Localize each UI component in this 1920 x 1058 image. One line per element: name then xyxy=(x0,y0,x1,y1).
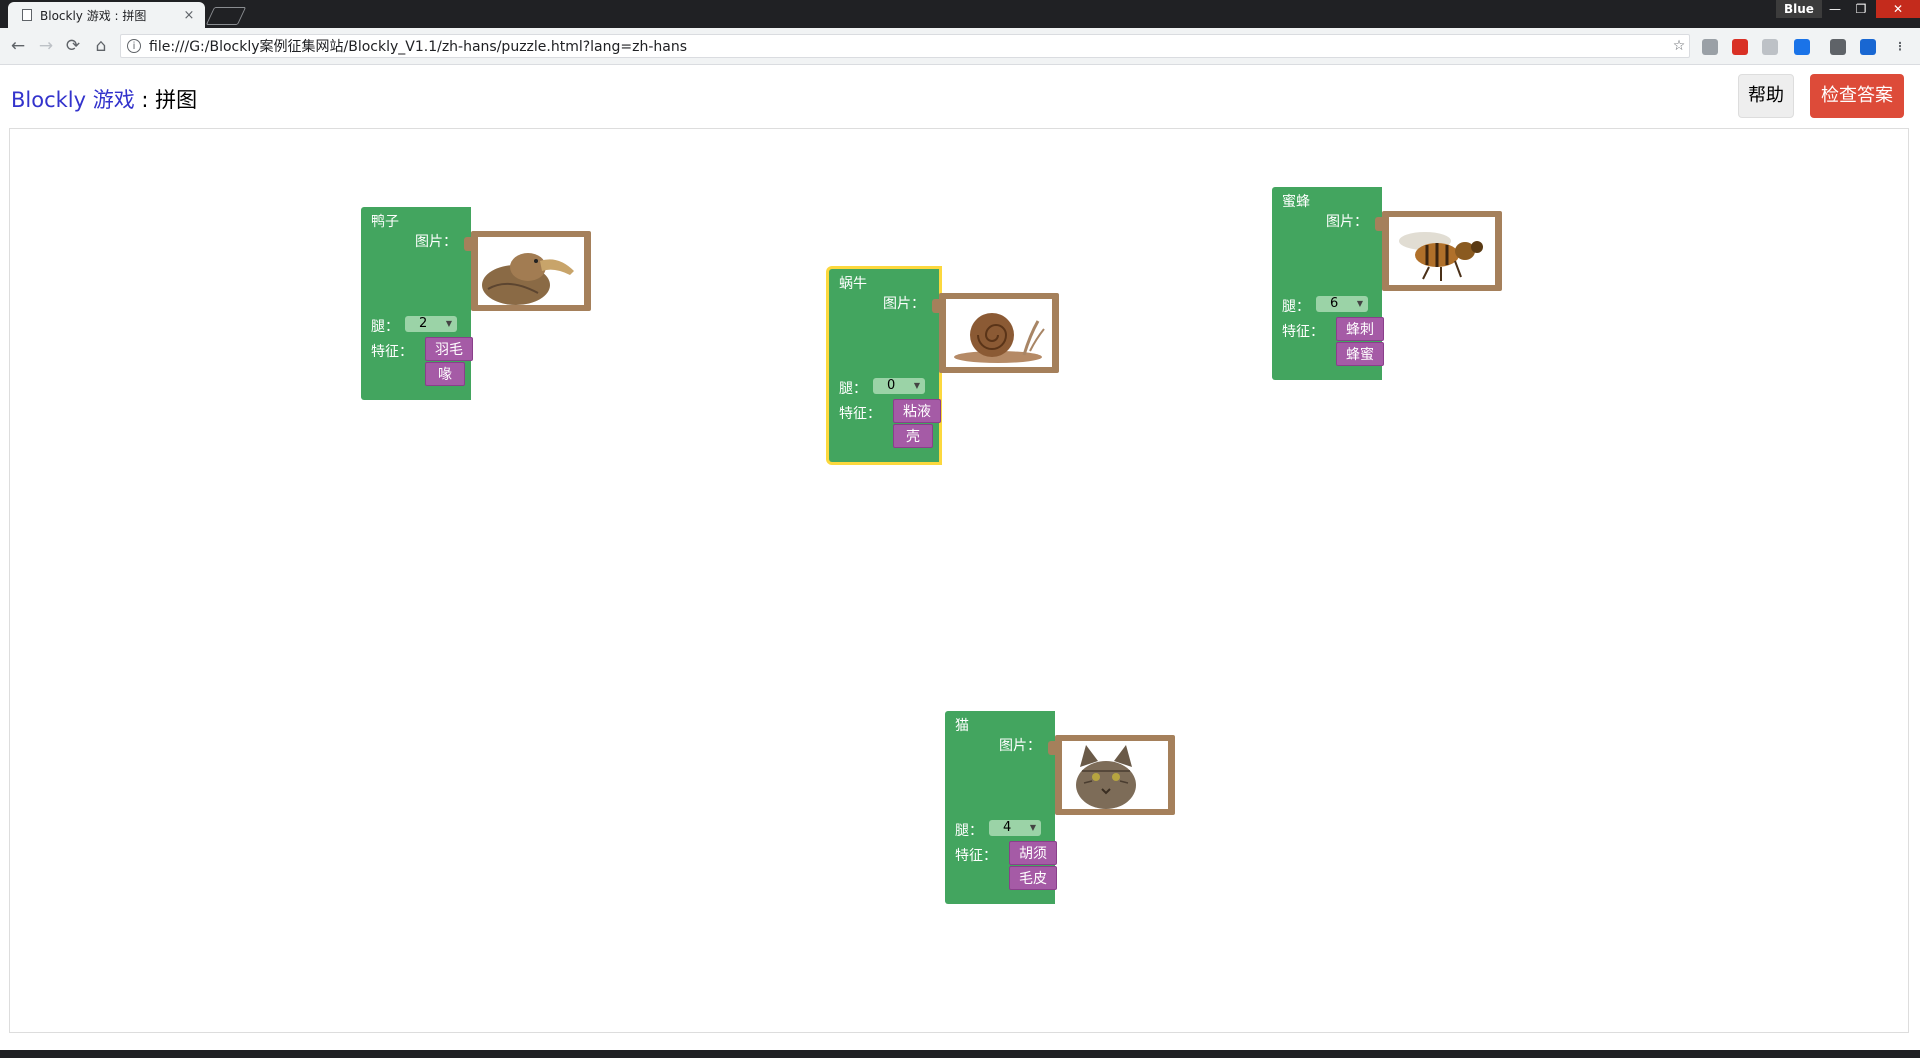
legs-dropdown[interactable]: 4 ▼ xyxy=(989,820,1041,836)
animal-block-duck[interactable]: 鸭子 图片： 腿： 2 ▼ 特征： 羽毛 喙 xyxy=(361,207,473,400)
animal-name: 蜜蜂 xyxy=(1282,194,1310,210)
legs-dropdown[interactable]: 0 ▼ xyxy=(873,378,925,394)
extension-s-icon[interactable] xyxy=(1860,39,1876,55)
dropdown-arrow-icon: ▼ xyxy=(1356,299,1363,308)
extension-red-icon[interactable] xyxy=(1732,39,1748,55)
trait-block[interactable]: 蜂刺 xyxy=(1336,317,1384,341)
browser-toolbar: ← → ⟳ ⌂ i file:///G:/Blockly案例征集网站/Block… xyxy=(0,28,1920,65)
animal-block-bee[interactable]: 蜜蜂 图片： 腿： 6 ▼ 特征： 蜂刺 蜂蜜 xyxy=(1272,187,1384,380)
browser-tab[interactable]: Blockly 游戏 : 拼图 × xyxy=(8,2,205,28)
duck-image xyxy=(478,237,584,305)
picture-label: 图片： xyxy=(883,296,925,312)
os-taskbar xyxy=(0,1050,1920,1058)
puzzle-connector xyxy=(1375,217,1383,231)
profile-badge[interactable]: Blue xyxy=(1776,0,1822,18)
puzzle-connector xyxy=(464,237,472,251)
bee-image xyxy=(1389,217,1495,285)
address-bar[interactable]: i file:///G:/Blockly案例征集网站/Blockly_V1.1/… xyxy=(120,34,1690,58)
legs-value: 0 xyxy=(887,378,896,393)
traits-label: 特征： xyxy=(839,406,881,422)
forward-icon[interactable]: → xyxy=(36,36,56,56)
trait-block[interactable]: 胡须 xyxy=(1009,841,1057,865)
extension-pdf-icon[interactable] xyxy=(1702,39,1718,55)
legs-value: 4 xyxy=(1003,820,1012,835)
document-icon xyxy=(22,9,32,21)
traits-label: 特征： xyxy=(371,344,413,360)
picture-block-cat[interactable] xyxy=(1048,735,1175,815)
blockly-games-link[interactable]: Blockly 游戏 xyxy=(11,88,135,112)
dropdown-arrow-icon: ▼ xyxy=(1029,823,1036,832)
trait-block[interactable]: 毛皮 xyxy=(1009,866,1057,890)
picture-block-duck[interactable] xyxy=(464,231,591,311)
home-icon[interactable]: ⌂ xyxy=(91,36,111,56)
minimize-icon[interactable]: — xyxy=(1822,0,1848,18)
trait-block[interactable]: 羽毛 xyxy=(425,337,473,361)
close-window-icon[interactable]: ✕ xyxy=(1876,0,1920,18)
picture-label: 图片： xyxy=(1326,214,1368,230)
trait-block[interactable]: 蜂蜜 xyxy=(1336,342,1384,366)
extension-m-icon[interactable] xyxy=(1794,39,1810,55)
legs-label: 腿： xyxy=(371,319,399,335)
traits-label: 特征： xyxy=(1282,324,1324,340)
restore-icon[interactable]: ❐ xyxy=(1848,0,1874,18)
trait-block[interactable]: 喙 xyxy=(425,362,465,386)
extension-tool-icon[interactable] xyxy=(1830,39,1846,55)
tab-close-icon[interactable]: × xyxy=(181,8,197,23)
dropdown-arrow-icon: ▼ xyxy=(913,381,920,390)
browser-tabstrip: Blockly 游戏 : 拼图 × Blue — ❐ ✕ xyxy=(0,0,1920,28)
trait-block[interactable]: 壳 xyxy=(893,424,933,448)
animal-block-cat[interactable]: 猫 图片： 腿： 4 ▼ 特征： 胡须 毛皮 xyxy=(945,711,1057,904)
animal-name: 鸭子 xyxy=(371,214,399,230)
cat-image xyxy=(1062,741,1168,809)
new-tab-button[interactable] xyxy=(205,7,247,25)
extension-grey-icon[interactable] xyxy=(1762,39,1778,55)
legs-label: 腿： xyxy=(839,381,867,397)
check-answer-button[interactable]: 检查答案 xyxy=(1810,74,1904,118)
tab-title: Blockly 游戏 : 拼图 xyxy=(40,8,147,23)
page-title-rest: : 拼图 xyxy=(134,88,198,112)
info-icon[interactable]: i xyxy=(127,39,141,53)
puzzle-connector xyxy=(1048,741,1056,755)
traits-label: 特征： xyxy=(955,848,997,864)
legs-label: 腿： xyxy=(955,823,983,839)
picture-block-bee[interactable] xyxy=(1375,211,1502,291)
legs-dropdown[interactable]: 6 ▼ xyxy=(1316,296,1368,312)
picture-block-snail[interactable] xyxy=(932,293,1059,373)
trait-block[interactable]: 粘液 xyxy=(893,399,941,423)
page-header: Blockly 游戏 : 拼图 帮助 检查答案 xyxy=(0,64,1920,126)
reload-icon[interactable]: ⟳ xyxy=(63,36,83,56)
help-button[interactable]: 帮助 xyxy=(1738,74,1794,118)
snail-image xyxy=(946,299,1052,367)
bookmark-star-icon[interactable]: ☆ xyxy=(1669,38,1689,54)
puzzle-connector xyxy=(932,299,940,313)
blockly-workspace[interactable]: 鸭子 图片： 腿： 2▼ 特征： 羽毛 喙 蜗牛 图片： 腿： 0▼ 特征： xyxy=(9,128,1909,1033)
animal-block-snail[interactable]: 蜗牛 图片： 腿： 0 ▼ 特征： 粘液 壳 xyxy=(829,269,941,462)
animal-name: 蜗牛 xyxy=(839,276,867,292)
url-text: file:///G:/Blockly案例征集网站/Blockly_V1.1/zh… xyxy=(149,39,688,55)
legs-label: 腿： xyxy=(1282,299,1310,315)
dropdown-arrow-icon: ▼ xyxy=(445,319,452,328)
picture-label: 图片： xyxy=(415,234,457,250)
legs-value: 2 xyxy=(419,316,428,331)
back-icon[interactable]: ← xyxy=(8,36,28,56)
picture-label: 图片： xyxy=(999,738,1041,754)
animal-name: 猫 xyxy=(955,718,969,734)
legs-dropdown[interactable]: 2 ▼ xyxy=(405,316,457,332)
page-title: Blockly 游戏 : 拼图 xyxy=(11,84,197,114)
legs-value: 6 xyxy=(1330,296,1339,311)
browser-menu-icon[interactable]: ⋮ xyxy=(1892,39,1908,55)
